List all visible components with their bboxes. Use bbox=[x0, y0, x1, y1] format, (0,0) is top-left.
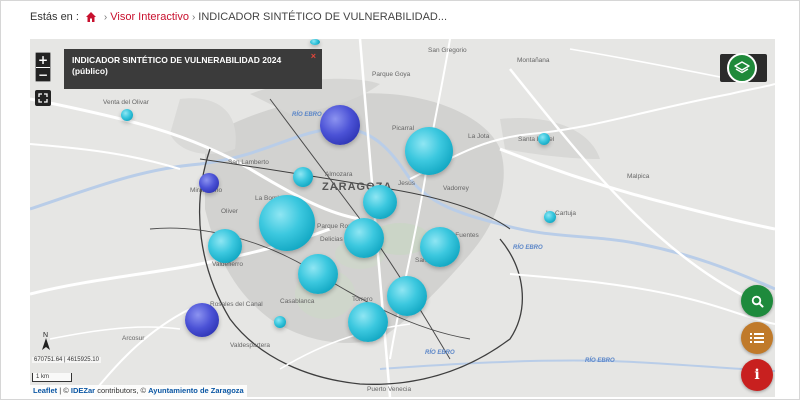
river-label: RÍO EBRO bbox=[513, 245, 543, 251]
vulnerability-bubble[interactable] bbox=[310, 39, 320, 45]
place-label: Vadorrey bbox=[443, 185, 469, 192]
north-arrow-icon: N bbox=[42, 332, 50, 350]
place-label: Casablanca bbox=[280, 298, 315, 305]
vulnerability-bubble[interactable] bbox=[387, 276, 427, 316]
place-label: Parque Goya bbox=[372, 71, 411, 78]
fullscreen-icon bbox=[38, 93, 48, 103]
place-label: San Lamberto bbox=[228, 159, 269, 166]
vulnerability-bubble[interactable] bbox=[544, 211, 556, 223]
place-label: San Gregorio bbox=[428, 47, 467, 54]
place-label: Valdespartera bbox=[230, 342, 270, 349]
legend-list-button[interactable] bbox=[741, 322, 773, 354]
place-label: Venta del Olivar bbox=[103, 99, 149, 106]
layer-info-panel: INDICADOR SINTÉTICO DE VULNERABILIDAD 20… bbox=[64, 49, 322, 89]
layers-icon bbox=[734, 61, 750, 74]
layer-title: INDICADOR SINTÉTICO DE VULNERABILIDAD 20… bbox=[72, 55, 282, 76]
info-icon: i bbox=[754, 367, 760, 383]
vulnerability-bubble[interactable] bbox=[208, 229, 242, 263]
vulnerability-bubble[interactable] bbox=[344, 218, 384, 258]
close-icon[interactable]: × bbox=[311, 51, 316, 62]
coordinates-readout: 670751.64 | 4615925.10 bbox=[32, 357, 101, 363]
place-label: Rosales del Canal bbox=[210, 301, 263, 308]
scale-bar: 1 km bbox=[32, 373, 72, 382]
breadcrumb-separator: › bbox=[191, 11, 196, 23]
place-label: Malpica bbox=[627, 173, 650, 180]
breadcrumb: Estás en : › Visor Interactivo › INDICAD… bbox=[30, 8, 447, 26]
list-icon bbox=[750, 333, 764, 343]
vulnerability-bubble[interactable] bbox=[121, 109, 133, 121]
fullscreen-button[interactable] bbox=[35, 90, 51, 106]
base-map bbox=[30, 39, 775, 397]
zoom-control: + − bbox=[35, 52, 51, 82]
search-button[interactable] bbox=[741, 285, 773, 317]
svg-text:N: N bbox=[43, 332, 48, 339]
breadcrumb-label: Estás en : bbox=[30, 11, 79, 23]
zoom-out-button[interactable]: − bbox=[36, 67, 50, 81]
breadcrumb-current: INDICADOR SINTÉTICO DE VULNERABILIDAD... bbox=[198, 11, 448, 23]
layers-button[interactable] bbox=[727, 53, 757, 83]
breadcrumb-separator: › bbox=[103, 11, 108, 23]
attribution-text: contributors, © bbox=[95, 386, 149, 395]
leaflet-link[interactable]: Leaflet bbox=[33, 386, 57, 395]
home-icon[interactable] bbox=[85, 11, 97, 23]
vulnerability-bubble[interactable] bbox=[538, 133, 550, 145]
vulnerability-bubble[interactable] bbox=[348, 302, 388, 342]
vulnerability-bubble[interactable] bbox=[293, 167, 313, 187]
info-button[interactable]: i bbox=[741, 359, 773, 391]
map-view[interactable]: ZARAGOZA RÍO EBRO RÍO EBRO RÍO EBRO RÍO … bbox=[30, 39, 775, 397]
vulnerability-bubble[interactable] bbox=[420, 227, 460, 267]
vulnerability-bubble[interactable] bbox=[185, 303, 219, 337]
vulnerability-bubble[interactable] bbox=[320, 105, 360, 145]
vulnerability-bubble[interactable] bbox=[259, 195, 315, 251]
place-label: Arcosur bbox=[122, 335, 145, 342]
vulnerability-bubble[interactable] bbox=[405, 127, 453, 175]
place-label: Montañana bbox=[517, 57, 550, 64]
river-label: RÍO EBRO bbox=[292, 112, 322, 118]
ayuntamiento-link[interactable]: Ayuntamiento de Zaragoza bbox=[148, 386, 244, 395]
vulnerability-bubble[interactable] bbox=[298, 254, 338, 294]
page-frame: Estás en : › Visor Interactivo › INDICAD… bbox=[0, 0, 800, 400]
vulnerability-bubble[interactable] bbox=[274, 316, 286, 328]
search-icon bbox=[751, 295, 763, 307]
place-label: La Jota bbox=[468, 133, 490, 140]
idezar-link[interactable]: IDEZar bbox=[71, 386, 95, 395]
river-label: RÍO EBRO bbox=[585, 358, 615, 364]
place-label: Jesús bbox=[398, 180, 415, 187]
river-label: RÍO EBRO bbox=[425, 350, 455, 356]
breadcrumb-link-visor[interactable]: Visor Interactivo bbox=[110, 11, 189, 23]
vulnerability-bubble[interactable] bbox=[199, 173, 219, 193]
place-label: Oliver bbox=[221, 208, 238, 215]
place-label: Almozara bbox=[325, 171, 353, 178]
attribution-text: | © bbox=[57, 386, 71, 395]
vulnerability-bubble[interactable] bbox=[363, 185, 397, 219]
zoom-in-button[interactable]: + bbox=[36, 53, 50, 67]
place-label: Puerto Venecia bbox=[367, 386, 412, 393]
map-attribution: Leaflet | © IDEZar contributors, © Ayunt… bbox=[30, 385, 247, 397]
place-label: Picarral bbox=[392, 125, 415, 132]
place-label: Delicias bbox=[320, 236, 343, 243]
